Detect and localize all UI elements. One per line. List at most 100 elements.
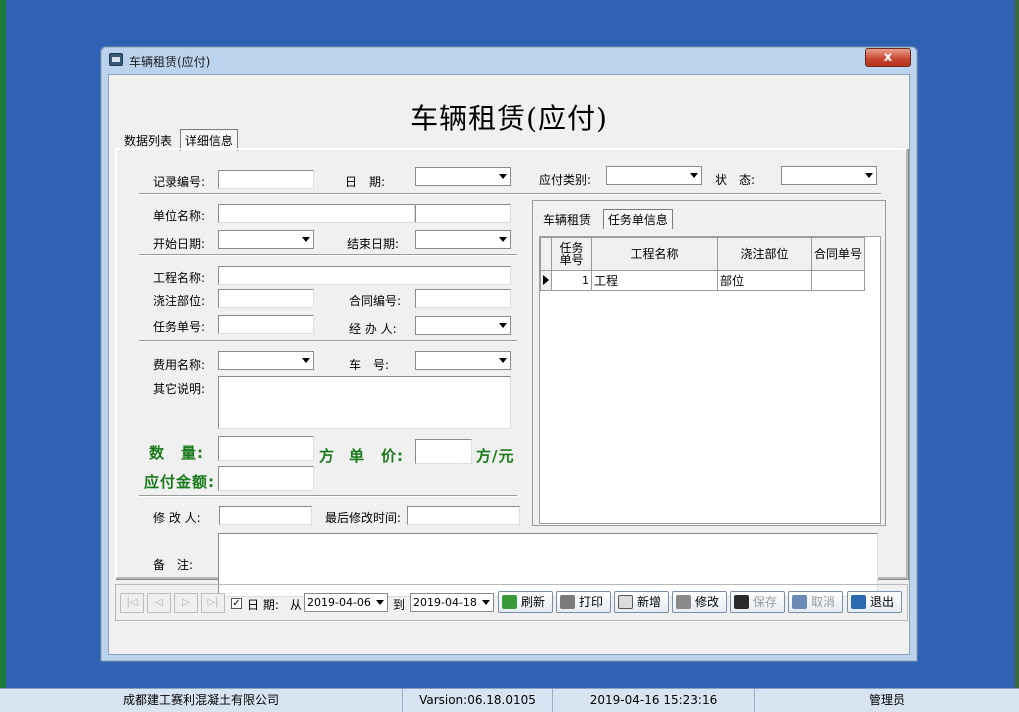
status-version: Varsion:06.18.0105 (403, 689, 553, 712)
date-filter-checkbox[interactable]: ✓ (231, 598, 242, 609)
payable-amount-label: 应付金额: (144, 473, 215, 491)
col-contract-no[interactable]: 合同单号 (811, 237, 865, 271)
add-icon (618, 595, 633, 609)
rental-window: 车辆租赁(应付) x 车辆租赁(应付) 数据列表 详细信息 记录编号: 日 期:… (100, 46, 918, 662)
record-no-input[interactable] (218, 170, 314, 189)
other-desc-textarea[interactable] (218, 376, 511, 429)
next-record-button[interactable]: ▷ (174, 593, 198, 613)
to-date-select[interactable]: 2019-04-18 (410, 593, 494, 612)
refresh-icon (502, 595, 517, 609)
unit-code-input[interactable] (415, 204, 511, 223)
vehicle-no-label: 车 号: (349, 358, 390, 372)
unit-name-input[interactable] (218, 204, 415, 223)
record-no-label: 记录编号: (153, 175, 206, 189)
tab-vehicle-rental[interactable]: 车辆租赁 (539, 210, 595, 229)
status-select[interactable] (781, 166, 877, 185)
start-date-select[interactable] (218, 230, 314, 249)
unit-price-input[interactable] (415, 439, 472, 464)
fee-name-label: 费用名称: (153, 358, 206, 372)
from-date-select[interactable]: 2019-04-06 (304, 593, 388, 612)
chevron-down-icon (482, 600, 490, 605)
contract-no-label: 合同编号: (349, 294, 402, 308)
cancel-button[interactable]: 取消 (788, 591, 843, 613)
payable-type-select[interactable] (606, 166, 702, 185)
date-select[interactable] (415, 167, 511, 186)
save-button[interactable]: 保存 (730, 591, 785, 613)
to-label: 到 (393, 598, 406, 612)
print-icon (560, 595, 575, 609)
exit-label: 退出 (870, 595, 895, 609)
task-grid: 任务单号 工程名称 浇注部位 合同单号 1 工程 部位 (539, 236, 881, 524)
row-indicator-header (540, 237, 552, 271)
col-pour-part[interactable]: 浇注部位 (717, 237, 812, 271)
from-date-value: 2019-04-06 (307, 596, 371, 609)
modifier-input[interactable] (219, 506, 312, 525)
vehicle-no-select[interactable] (415, 351, 511, 370)
client-area: 车辆租赁(应付) 数据列表 详细信息 记录编号: 日 期: 应付类别: 状 态:… (108, 74, 910, 655)
detail-panel: 记录编号: 日 期: 应付类别: 状 态: 单位名称: 开始日期: 结束日期: … (115, 148, 908, 597)
remark-label: 备 注: (153, 558, 194, 572)
end-date-select[interactable] (415, 230, 511, 249)
prev-record-button[interactable]: ◁ (147, 593, 171, 613)
chevron-down-icon (499, 237, 507, 242)
cancel-label: 取消 (811, 595, 836, 609)
chevron-down-icon (376, 600, 384, 605)
payable-amount-input[interactable] (218, 466, 314, 491)
fee-name-select[interactable] (218, 351, 314, 370)
exit-button[interactable]: 退出 (847, 591, 902, 613)
add-label: 新增 (637, 595, 662, 609)
cell-contract[interactable] (811, 270, 865, 291)
payable-type-label: 应付类别: (539, 173, 592, 187)
pour-part-input[interactable] (218, 289, 314, 308)
task-no-input[interactable] (218, 315, 314, 334)
from-label: 从 (290, 598, 303, 612)
end-date-label: 结束日期: (347, 237, 400, 251)
add-button[interactable]: 新增 (614, 591, 669, 613)
bottom-toolbar: |◁ ◁ ▷ ▷| ✓ 日 期: 从 2019-04-06 到 2019-04-… (115, 584, 908, 621)
print-button[interactable]: 打印 (556, 591, 611, 613)
other-desc-label: 其它说明: (153, 382, 206, 396)
app-icon (109, 53, 123, 66)
view-tabs: 数据列表 详细信息 (120, 129, 238, 151)
title-bar[interactable]: 车辆租赁(应付) x (101, 47, 917, 73)
status-user: 管理员 (868, 693, 905, 707)
edit-label: 修改 (695, 595, 720, 609)
first-record-button[interactable]: |◁ (120, 593, 144, 613)
project-name-label: 工程名称: (153, 271, 206, 285)
contract-no-input[interactable] (415, 289, 511, 308)
cell-task-no[interactable]: 1 (551, 270, 592, 291)
desktop-edge-right (1015, 0, 1019, 688)
print-label: 打印 (579, 595, 604, 609)
task-info-panel: 车辆租赁 任务单信息 任务单号 工程名称 浇注部位 合同单号 1 工程 部位 (532, 200, 886, 526)
cell-project[interactable]: 工程 (591, 270, 718, 291)
save-label: 保存 (753, 595, 778, 609)
table-row[interactable]: 1 工程 部位 (540, 270, 865, 291)
handler-select[interactable] (415, 316, 511, 335)
refresh-button[interactable]: 刷新 (498, 591, 553, 613)
date-label: 日 期: (345, 175, 386, 189)
modifier-label: 修 改 人: (153, 511, 201, 525)
col-task-no[interactable]: 任务单号 (551, 237, 592, 271)
chevron-down-icon (865, 173, 873, 178)
desktop-edge-left (0, 0, 6, 688)
row-indicator (540, 270, 552, 291)
chevron-down-icon (499, 358, 507, 363)
cell-part[interactable]: 部位 (717, 270, 812, 291)
last-modified-input[interactable] (407, 506, 520, 525)
status-company: 成都建工赛利混凝土有限公司 (0, 689, 403, 712)
tab-task-info[interactable]: 任务单信息 (602, 209, 673, 229)
divider (139, 193, 881, 195)
close-button[interactable]: x (865, 48, 911, 67)
last-record-button[interactable]: ▷| (201, 593, 225, 613)
exit-icon (851, 595, 866, 609)
chevron-down-icon (499, 174, 507, 179)
task-info-tabs: 车辆租赁 任务单信息 (539, 209, 677, 229)
project-name-input[interactable] (218, 266, 511, 285)
row-pointer-icon (543, 274, 549, 285)
last-modified-label: 最后修改时间: (325, 511, 402, 525)
divider (139, 495, 517, 497)
window-title: 车辆租赁(应付) (129, 55, 211, 69)
edit-button[interactable]: 修改 (672, 591, 727, 613)
quantity-input[interactable] (218, 436, 314, 461)
col-project-name[interactable]: 工程名称 (591, 237, 718, 271)
